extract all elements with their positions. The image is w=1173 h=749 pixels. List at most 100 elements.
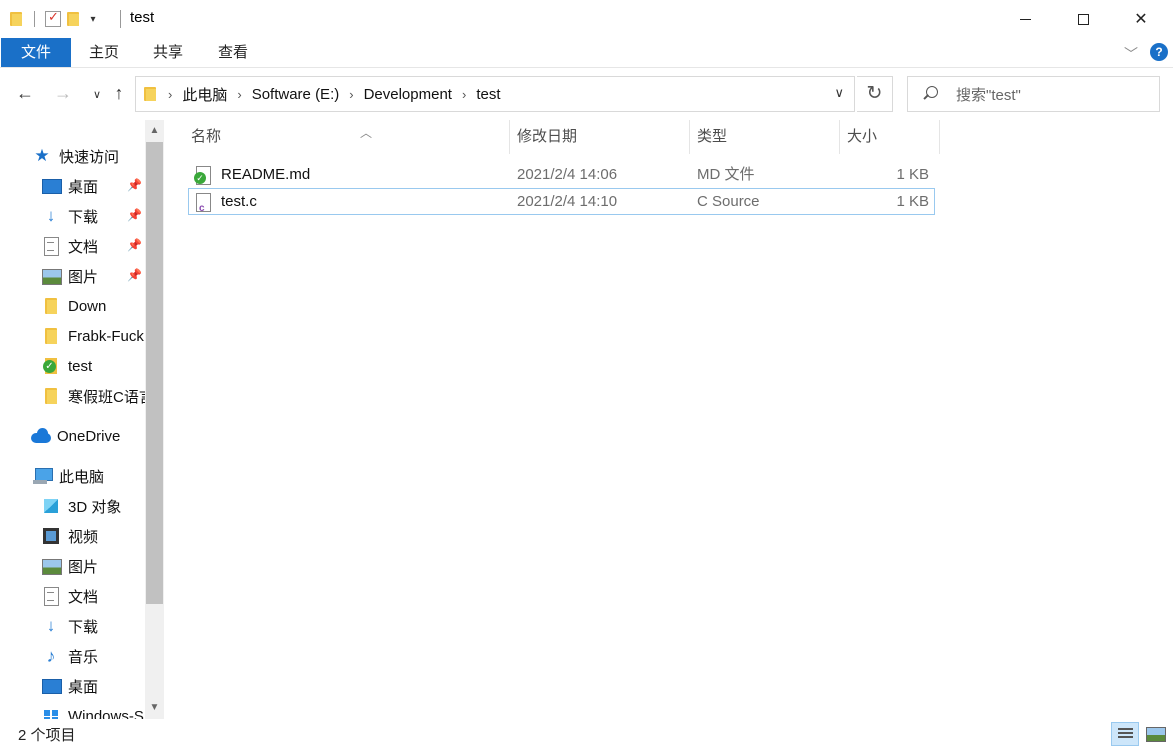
sidebar-item-label: 下载 bbox=[68, 208, 99, 226]
file-modified: 2021/2/4 14:10 bbox=[517, 193, 618, 210]
column-header-type[interactable]: 类型 bbox=[690, 120, 840, 154]
sidebar-item-desktop[interactable]: 桌面 bbox=[42, 171, 98, 201]
column-header-label: 名称 bbox=[191, 128, 222, 145]
cube-icon bbox=[42, 497, 60, 515]
chevron-right-icon[interactable]: › bbox=[462, 87, 466, 102]
title-divider bbox=[120, 10, 121, 28]
pin-icon: 📌 bbox=[127, 208, 142, 222]
sidebar-item-quick-access[interactable]: ★ 快速访问 bbox=[33, 141, 119, 171]
file-list: 名称 ︿ 修改日期 类型 大小 README.md 2021/2/4 14:06… bbox=[165, 120, 1173, 719]
minimize-button[interactable] bbox=[996, 0, 1054, 38]
breadcrumb-drive[interactable]: Software (E:) bbox=[252, 86, 340, 103]
sidebar-item-label: 图片 bbox=[68, 558, 99, 576]
pin-icon: 📌 bbox=[127, 268, 142, 282]
column-header-modified[interactable]: 修改日期 bbox=[510, 120, 690, 154]
sidebar-item-label: Windows-S bbox=[68, 707, 144, 720]
chevron-right-icon[interactable]: › bbox=[349, 87, 353, 102]
desktop-icon bbox=[42, 177, 62, 195]
chevron-right-icon[interactable]: › bbox=[237, 87, 241, 102]
forward-button[interactable]: → bbox=[52, 82, 74, 104]
tab-view[interactable]: 查看 bbox=[208, 38, 258, 67]
customize-toolbar-icon[interactable]: ▾ bbox=[87, 14, 99, 25]
breadcrumb-development[interactable]: Development bbox=[364, 86, 452, 103]
scroll-down-icon[interactable]: ▼ bbox=[145, 697, 164, 719]
sidebar-item-this-pc[interactable]: 此电脑 bbox=[33, 461, 104, 491]
maximize-icon bbox=[1077, 13, 1089, 25]
navigation-bar: ← → ∨ ↑ › 此电脑 › Software (E:) › Developm… bbox=[0, 70, 1173, 118]
tab-file[interactable]: 文件 bbox=[1, 38, 71, 67]
minimize-icon bbox=[1019, 18, 1031, 20]
sort-ascending-icon: ︿ bbox=[360, 126, 373, 140]
up-button[interactable]: ↑ bbox=[108, 82, 130, 104]
sidebar-item-label: Frabk-Fuck bbox=[68, 327, 144, 345]
document-icon bbox=[42, 237, 60, 256]
sidebar-item-documents[interactable]: 文档 bbox=[42, 231, 98, 261]
picture-icon bbox=[42, 267, 62, 285]
sidebar-item-pc-documents[interactable]: 文档 bbox=[42, 581, 98, 611]
sidebar-item-label: 桌面 bbox=[68, 178, 99, 196]
sidebar-item-pc-desktop[interactable]: 桌面 bbox=[42, 671, 98, 701]
table-row[interactable]: test.c 2021/2/4 14:10 C Source 1 KB bbox=[188, 188, 935, 222]
refresh-button[interactable]: ↻ bbox=[857, 76, 893, 112]
sidebar-item-winter-class[interactable]: 寒假班C语言 bbox=[42, 381, 154, 411]
sidebar-item-onedrive[interactable]: OneDrive bbox=[31, 421, 120, 451]
search-icon bbox=[922, 86, 938, 102]
window-title: test bbox=[130, 9, 155, 26]
sidebar-item-3d-objects[interactable]: 3D 对象 bbox=[42, 491, 121, 521]
folder-icon bbox=[10, 11, 24, 27]
sidebar-item-pictures[interactable]: 图片 bbox=[42, 261, 98, 291]
column-header-size[interactable]: 大小 bbox=[840, 120, 940, 154]
properties-icon[interactable] bbox=[45, 9, 61, 27]
maximize-button[interactable] bbox=[1054, 0, 1112, 38]
large-icons-view-button[interactable] bbox=[1143, 722, 1167, 746]
sidebar-item-pc-pictures[interactable]: 图片 bbox=[42, 551, 98, 581]
sidebar-scrollbar[interactable]: ▲ ▼ bbox=[145, 120, 164, 719]
sidebar-item-windows-drive[interactable]: Windows-S bbox=[42, 701, 144, 719]
markdown-file-icon bbox=[194, 165, 211, 185]
sidebar-item-label: OneDrive bbox=[57, 427, 121, 445]
close-button[interactable]: ✕ bbox=[1112, 0, 1170, 38]
folder-icon bbox=[42, 297, 60, 315]
folder-icon bbox=[42, 327, 60, 345]
tab-share[interactable]: 共享 bbox=[144, 38, 192, 67]
download-icon: ↓ bbox=[46, 206, 56, 225]
search-placeholder: 搜索"test" bbox=[956, 86, 1021, 104]
chevron-right-icon[interactable]: › bbox=[168, 87, 172, 102]
title-bar: ▾ test ✕ bbox=[0, 0, 1173, 38]
table-row[interactable]: README.md 2021/2/4 14:06 MD 文件 1 KB bbox=[188, 161, 935, 188]
details-view-button[interactable] bbox=[1111, 722, 1139, 746]
breadcrumb-test[interactable]: test bbox=[476, 86, 500, 103]
sidebar-item-pc-downloads[interactable]: ↓ 下载 bbox=[42, 611, 98, 641]
search-input[interactable]: 搜索"test" bbox=[907, 76, 1160, 112]
sidebar-item-label: 桌面 bbox=[68, 678, 99, 696]
back-button[interactable]: ← bbox=[14, 82, 36, 104]
git-folder-icon bbox=[42, 357, 60, 375]
address-bar[interactable]: › 此电脑 › Software (E:) › Development › te… bbox=[135, 76, 855, 112]
file-size: 1 KB bbox=[896, 193, 929, 210]
scroll-thumb[interactable] bbox=[146, 142, 163, 604]
c-source-file-icon bbox=[195, 192, 211, 222]
recent-locations-icon[interactable]: ∨ bbox=[86, 84, 108, 106]
expand-ribbon-icon[interactable]: ﹀ bbox=[1124, 44, 1138, 64]
sidebar-item-label: 文档 bbox=[68, 238, 99, 256]
breadcrumb-this-pc[interactable]: 此电脑 bbox=[182, 84, 227, 105]
column-header-name[interactable]: 名称 ︿ bbox=[184, 120, 510, 154]
sidebar-item-music[interactable]: ♪ 音乐 bbox=[42, 641, 99, 671]
sidebar-item-label: test bbox=[68, 357, 93, 375]
file-size: 1 KB bbox=[896, 166, 929, 183]
new-folder-icon[interactable] bbox=[67, 11, 81, 27]
sidebar-item-label: 图片 bbox=[68, 268, 99, 286]
tab-home[interactable]: 主页 bbox=[80, 38, 128, 67]
help-icon[interactable]: ? bbox=[1150, 43, 1168, 61]
computer-icon bbox=[33, 467, 53, 485]
desktop-icon bbox=[42, 677, 62, 695]
scroll-up-icon[interactable]: ▲ bbox=[145, 120, 164, 142]
chevron-down-icon[interactable]: ∨ bbox=[834, 85, 844, 101]
sidebar-item-downloads[interactable]: ↓ 下载 bbox=[42, 201, 98, 231]
sidebar-item-down[interactable]: Down bbox=[42, 291, 106, 321]
sidebar-item-frabk-fuck[interactable]: Frabk-Fuck bbox=[42, 321, 144, 351]
cloud-icon bbox=[31, 427, 51, 445]
sidebar-item-test[interactable]: test bbox=[42, 351, 92, 381]
quick-access-toolbar: ▾ bbox=[10, 8, 99, 30]
sidebar-item-videos[interactable]: 视频 bbox=[42, 521, 98, 551]
